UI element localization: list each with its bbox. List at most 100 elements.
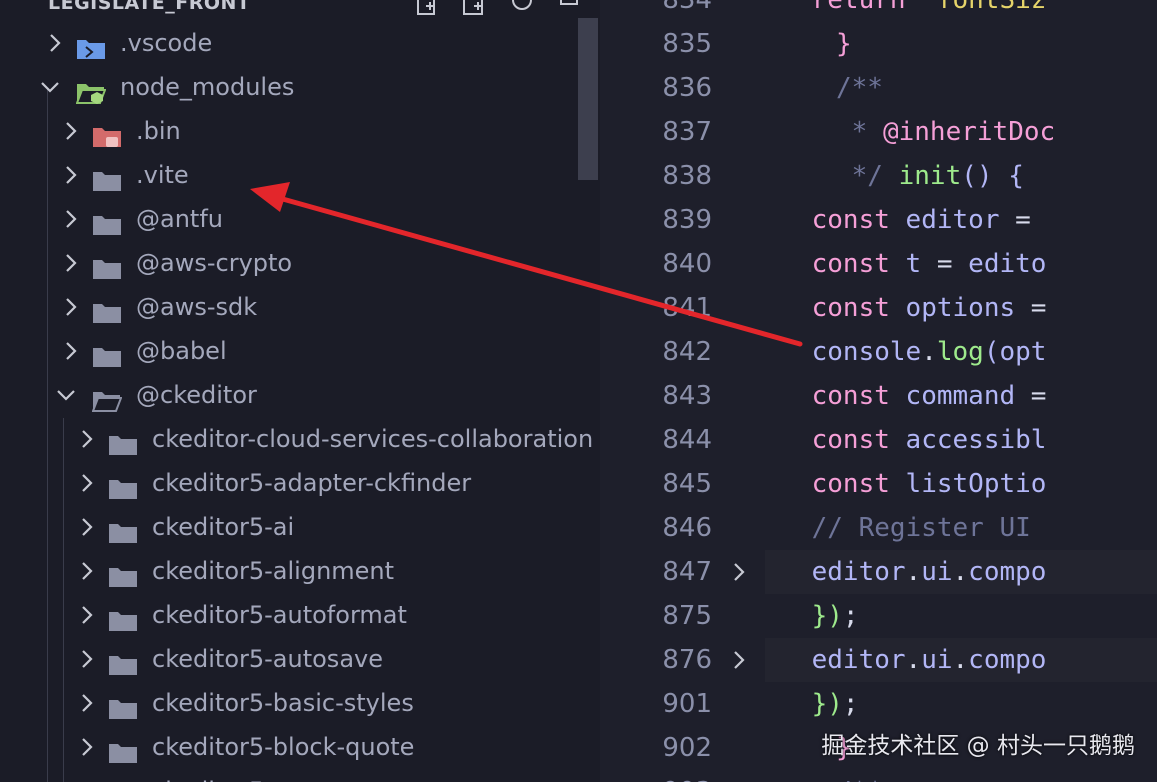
new-file-icon[interactable] [414,0,438,16]
folder-icon [108,515,138,543]
code-token: const [749,293,906,323]
code-token: compo [968,557,1047,587]
code-line[interactable]: }); [749,594,859,638]
tree-item[interactable]: node_modules [0,65,600,109]
code-token: . [952,557,969,587]
code-token: t [905,249,922,279]
tree-item-label: ckeditor5-... [152,769,296,782]
tree-item[interactable]: @aws-crypto [0,241,600,285]
line-number: 847 [662,557,712,587]
chevron-right-icon[interactable] [80,593,100,637]
code-line[interactable]: return fontSiz [749,0,1047,22]
code-line[interactable]: }); [749,682,859,726]
chevron-right-icon[interactable] [48,21,68,65]
tree-item[interactable]: .bin [0,109,600,153]
chevron-right-icon[interactable] [64,109,84,153]
tree-item[interactable]: ckeditor-cloud-services-collaboration [0,417,600,461]
tree-item[interactable]: ckeditor5-basic-styles [0,681,600,725]
tree-item[interactable]: @antfu [0,197,600,241]
code-token: // Register UI [749,513,1031,543]
code-token: options [905,293,1016,323]
code-token: ui [921,557,953,587]
chevron-right-icon[interactable] [64,285,84,329]
code-token: accessibl [905,425,1047,455]
code-line[interactable]: const listOptio [749,462,1047,506]
file-tree: .vscode node_modules .bin .vite @antfu @aws-c… [0,21,600,782]
chevron-right-icon[interactable] [80,461,100,505]
tree-item[interactable]: ckeditor5-autoformat [0,593,600,637]
explorer-scrollbar-thumb[interactable] [578,18,598,180]
tree-item[interactable]: .vite [0,153,600,197]
tree-item[interactable]: ckeditor5-ai [0,505,600,549]
line-number: 835 [662,29,712,59]
collapse-all-icon[interactable] [558,0,582,16]
chevron-right-icon[interactable] [80,549,100,593]
code-line[interactable]: /** [836,66,883,110]
code-line[interactable]: // Register UI [749,506,1031,550]
code-token: command [905,381,1016,411]
tree-item-label: ckeditor5-autoformat [152,601,407,629]
code-token: (opt [983,337,1047,367]
tree-item-label: .vite [136,161,189,189]
tree-item[interactable]: ckeditor5-... [0,769,600,782]
tree-item-label: @babel [136,337,227,365]
code-line[interactable]: */ init() { [836,154,1024,198]
chevron-right-icon[interactable] [80,417,100,461]
code-line[interactable]: const command = [749,374,1047,418]
code-line[interactable]: editor.ui.compo [749,638,1047,682]
code-token: */ [836,161,899,191]
code-line[interactable]: * @inheritDoc [836,110,1056,154]
folder-icon [108,427,138,455]
tree-item[interactable]: @aws-sdk [0,285,600,329]
chevron-right-icon[interactable] [80,637,100,681]
tree-item-label: .bin [136,117,181,145]
tree-item-label: @antfu [136,205,223,233]
code-token: . [905,557,922,587]
tree-item[interactable]: ckeditor5-adapter-ckfinder [0,461,600,505]
refresh-icon[interactable] [510,0,534,16]
chevron-right-icon[interactable] [80,681,100,725]
code-token: () { [961,161,1024,191]
chevron-down-icon[interactable] [40,65,60,109]
chevron-right-icon[interactable] [80,505,100,549]
line-number: 834 [662,0,712,15]
code-token: ui [921,645,953,675]
line-number: 836 [662,73,712,103]
file-explorer: LEGISLATE_FRONT .vscode node_modules .bin.… [0,0,600,782]
new-folder-icon[interactable] [462,0,486,16]
tree-item[interactable]: @babel [0,329,600,373]
tree-item-label: ckeditor5-ai [152,513,295,541]
chevron-down-icon[interactable] [56,373,76,417]
tree-item[interactable]: ckeditor5-alignment [0,549,600,593]
chevron-right-icon[interactable] [64,153,84,197]
chevron-right-icon[interactable] [64,241,84,285]
folder-icon [108,471,138,499]
chevron-right-icon[interactable] [80,769,100,782]
line-number: 845 [662,469,712,499]
folder-icon [108,559,138,587]
tree-item[interactable]: ckeditor5-autosave [0,637,600,681]
tree-item[interactable]: .vscode [0,21,600,65]
tree-item-label: ckeditor5-block-quote [152,733,415,761]
code-line[interactable]: } [836,22,852,66]
line-number: 841 [662,293,712,323]
tree-item[interactable]: @ckeditor [0,373,600,417]
code-line[interactable]: editor.ui.compo [749,550,1047,594]
tree-item[interactable]: ckeditor5-block-quote [0,725,600,769]
tree-item-label: @aws-crypto [136,249,293,277]
code-line[interactable]: const accessibl [749,418,1047,462]
chevron-right-icon[interactable] [80,725,100,769]
code-token: log [936,337,984,367]
code-token: console [749,337,922,367]
code-token: compo [968,645,1047,675]
code-line[interactable]: const editor = [749,198,1031,242]
code-line[interactable]: const t = edito [749,242,1047,286]
watermark-text: 掘金技术社区 @ 村头一只鹅鹅 [821,733,1135,759]
code-line[interactable]: /** [836,770,883,782]
chevron-right-icon[interactable] [64,329,84,373]
chevron-right-icon[interactable] [64,197,84,241]
code-line[interactable]: const options = [749,286,1047,330]
code-token: editor [905,205,1000,235]
code-line[interactable]: console.log(opt [749,330,1047,374]
code-editor[interactable]: 834 return fontSiz 835} 836 /** 837 * @inher… [600,0,1157,782]
